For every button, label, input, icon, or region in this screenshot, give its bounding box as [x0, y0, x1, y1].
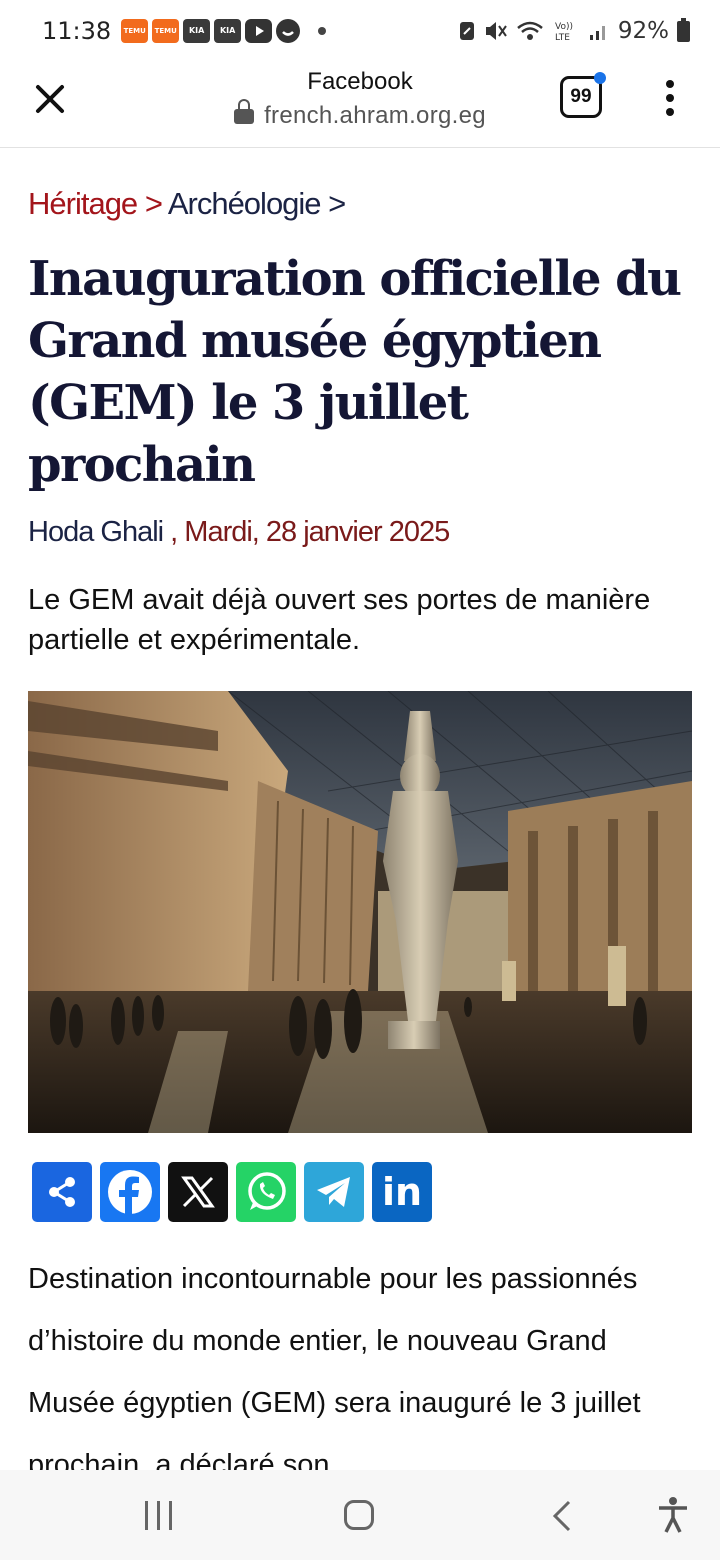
lock-icon	[234, 99, 255, 124]
share-icon[interactable]	[32, 1162, 92, 1222]
x-icon[interactable]	[168, 1162, 228, 1222]
accessibility-icon[interactable]	[656, 1496, 690, 1534]
recent-apps-button[interactable]	[144, 1501, 174, 1531]
status-bar: 11:38 TEMU TEMU KIA KIA Vo)) LTE 92%	[0, 0, 720, 62]
tabs-notification-dot	[594, 72, 606, 84]
breadcrumb-section-link[interactable]: Héritage	[28, 186, 138, 221]
youtube-icon	[245, 19, 273, 43]
more-options-button[interactable]	[662, 78, 682, 118]
facebook-icon[interactable]	[100, 1162, 160, 1222]
url-text: french.ahram.org.eg	[264, 102, 486, 129]
wifi-icon	[517, 21, 543, 40]
back-button[interactable]	[552, 1500, 572, 1532]
article-title: Inauguration officielle du Grand musée é…	[28, 251, 682, 493]
breadcrumb-subsection-link[interactable]: Archéologie	[168, 186, 322, 221]
linkedin-icon[interactable]: in	[372, 1162, 432, 1222]
telegram-icon[interactable]	[304, 1162, 364, 1222]
byline: Hoda Ghali , Mardi, 28 janvier 2025	[28, 516, 450, 549]
messenger-icon	[276, 19, 301, 43]
kia-connect-icon: KIA	[183, 19, 211, 43]
url-display[interactable]: french.ahram.org.eg	[0, 99, 720, 130]
battery-icon	[677, 17, 690, 42]
whatsapp-icon[interactable]	[236, 1162, 296, 1222]
more-notifications-dot	[318, 27, 327, 35]
page-source-title: Facebook	[307, 68, 413, 95]
browser-toolbar: Facebook french.ahram.org.eg 99	[0, 62, 720, 148]
battery-percentage: 92%	[617, 18, 669, 44]
article-photo	[28, 691, 692, 1133]
breadcrumb-separator: >	[328, 186, 346, 221]
mute-icon	[485, 22, 507, 40]
date-separator: ,	[170, 516, 178, 548]
system-icons: Vo)) LTE 92%	[458, 17, 690, 44]
tabs-button[interactable]: 99	[560, 72, 606, 118]
breadcrumb: Héritage > Archéologie >	[28, 186, 346, 222]
temu-icon: TEMU	[152, 19, 180, 43]
notification-icons: TEMU TEMU KIA KIA	[121, 19, 327, 43]
temu-icon: TEMU	[121, 19, 149, 43]
svg-text:LTE: LTE	[555, 33, 570, 42]
clock: 11:38	[42, 17, 112, 45]
kia-connect-icon: KIA	[214, 19, 242, 43]
publish-date: Mardi, 28 janvier 2025	[184, 516, 450, 548]
tab-count: 99	[570, 86, 592, 107]
article-content: Héritage > Archéologie > Inauguration of…	[0, 148, 720, 1470]
volte-icon: Vo))LTE	[555, 22, 573, 42]
svg-text:Vo)): Vo))	[555, 22, 573, 32]
navigation-bar	[0, 1470, 720, 1560]
signal-icon	[589, 26, 605, 40]
nfc-icon	[459, 22, 474, 40]
author-link[interactable]: Hoda Ghali	[28, 516, 164, 548]
article-body: Destination incontournable pour les pass…	[28, 1263, 641, 1470]
breadcrumb-separator: >	[144, 186, 163, 221]
home-button[interactable]	[344, 1500, 374, 1530]
share-buttons: in	[32, 1162, 432, 1222]
article-lead: Le GEM avait déjà ouvert ses portes de m…	[28, 584, 651, 656]
